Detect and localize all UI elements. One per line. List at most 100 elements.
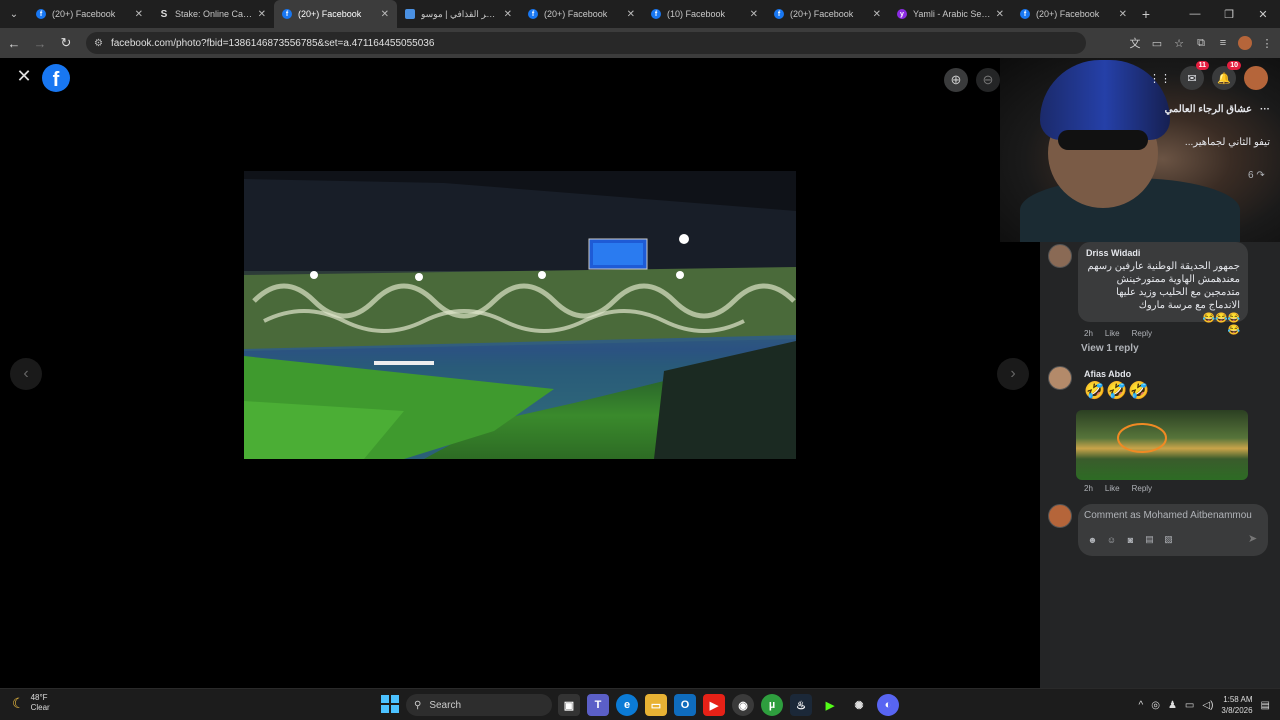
share-icon[interactable]: ↷: [1256, 170, 1264, 181]
taskbar-search[interactable]: ⚲ Search: [406, 694, 552, 716]
teams-icon[interactable]: T: [587, 694, 609, 716]
comment-image-scene: [1117, 423, 1167, 453]
close-icon[interactable]: ✕: [14, 66, 34, 86]
messenger-icon[interactable]: ✉ 11: [1180, 61, 1209, 90]
avatar[interactable]: [1048, 244, 1072, 268]
share-count: 6 ↷: [1248, 170, 1265, 181]
like-button[interactable]: Like: [1105, 484, 1120, 493]
clock[interactable]: 1:58 AM 3/8/2026: [1221, 694, 1252, 716]
facebook-icon: f: [282, 9, 292, 19]
comment-author[interactable]: Driss Widadi: [1086, 248, 1240, 258]
windows-start-icon[interactable]: [381, 695, 399, 713]
extensions-icon[interactable]: ⧉: [1194, 36, 1208, 50]
forward-icon[interactable]: →: [28, 31, 52, 55]
tray-app-icon[interactable]: ◎: [1151, 700, 1160, 711]
close-window-icon[interactable]: ✕: [1246, 0, 1280, 28]
discord-icon[interactable]: ◐: [877, 694, 899, 716]
tab-facebook-active[interactable]: f (20+) Facebook ✕: [274, 0, 397, 28]
tab-stake[interactable]: S Stake: Online Casino ✕: [151, 0, 274, 28]
temperature: 48°F: [30, 693, 48, 702]
close-tab-icon[interactable]: ✕: [873, 9, 881, 20]
close-tab-icon[interactable]: ✕: [750, 9, 758, 20]
close-tab-icon[interactable]: ✕: [627, 9, 635, 20]
view-replies-link[interactable]: View 1 reply: [1081, 343, 1139, 354]
tab-facebook-6[interactable]: f (20+) Facebook ✕: [1012, 0, 1135, 28]
tab-facebook-5[interactable]: f (20+) Facebook ✕: [766, 0, 889, 28]
facebook-logo[interactable]: f: [42, 64, 70, 92]
tray-overflow-icon[interactable]: ^: [1139, 700, 1144, 711]
tab-search-button[interactable]: ⌄: [0, 0, 28, 28]
chatgpt-icon[interactable]: ✺: [848, 694, 870, 716]
next-photo-button[interactable]: ›: [997, 358, 1029, 390]
cast-icon[interactable]: ▭: [1150, 36, 1164, 50]
more-options-icon[interactable]: ···: [1260, 104, 1270, 115]
facebook-icon: f: [528, 9, 538, 19]
kick-icon[interactable]: ▶: [819, 694, 841, 716]
volume-icon[interactable]: ◁): [1202, 700, 1213, 711]
tab-facebook-3[interactable]: f (20+) Facebook ✕: [520, 0, 643, 28]
reply-button[interactable]: Reply: [1132, 484, 1152, 493]
tab-groups-icon[interactable]: ≡: [1216, 36, 1230, 50]
facebook-icon: f: [651, 9, 661, 19]
back-icon[interactable]: ←: [2, 31, 26, 55]
network-icon[interactable]: ▭: [1185, 700, 1194, 711]
apps-grid-icon[interactable]: ⋮⋮: [1148, 66, 1172, 90]
previous-photo-button[interactable]: ‹: [10, 358, 42, 390]
clock-time: 1:58 AM: [1223, 695, 1253, 704]
reload-icon[interactable]: ↻: [54, 31, 78, 55]
sticker-icon[interactable]: ▧: [1162, 533, 1175, 546]
comment-author[interactable]: Afias Abdo: [1084, 369, 1131, 379]
comment-image[interactable]: [1076, 410, 1248, 480]
task-view-icon[interactable]: ▣: [558, 694, 580, 716]
notification-center-icon[interactable]: ▤: [1261, 700, 1270, 711]
close-tab-icon[interactable]: ✕: [258, 9, 266, 20]
zoom-in-icon[interactable]: ⊕: [944, 68, 968, 92]
avatar[interactable]: [1048, 366, 1072, 390]
notifications-icon[interactable]: 🔔 10: [1212, 61, 1241, 90]
close-tab-icon[interactable]: ✕: [1119, 9, 1127, 20]
chrome-icon[interactable]: ◉: [732, 694, 754, 716]
facebook-icon: f: [1020, 9, 1030, 19]
utorrent-icon[interactable]: µ: [761, 694, 783, 716]
outlook-icon[interactable]: O: [674, 694, 696, 716]
emoji-icon[interactable]: ☺: [1105, 533, 1118, 546]
tab-yamli[interactable]: y Yamli - Arabic Search ✕: [889, 0, 1012, 28]
youtube-icon[interactable]: ▶: [703, 694, 725, 716]
facebook-icon: f: [774, 9, 784, 19]
tab-gaddafi[interactable]: معمر القذافي | موسو... ✕: [397, 0, 520, 28]
close-tab-icon[interactable]: ✕: [381, 9, 389, 20]
gif-icon[interactable]: ▤: [1143, 533, 1156, 546]
close-tab-icon[interactable]: ✕: [504, 9, 512, 20]
weather-widget[interactable]: ☾ 48°F Clear: [12, 693, 50, 713]
tab-facebook-1[interactable]: f (20+) Facebook ✕: [28, 0, 151, 28]
tab-title: معمر القذافي | موسو...: [421, 8, 500, 19]
close-tab-icon[interactable]: ✕: [135, 9, 143, 20]
restore-icon[interactable]: ❐: [1212, 0, 1246, 28]
reply-button[interactable]: Reply: [1132, 329, 1152, 338]
bookmark-star-icon[interactable]: ☆: [1172, 36, 1186, 50]
page-name[interactable]: عشاق الرجاء العالمي: [1050, 104, 1252, 115]
camera-icon[interactable]: ◙: [1124, 533, 1137, 546]
send-icon[interactable]: ➤: [1248, 532, 1257, 545]
steam-icon[interactable]: ♨: [790, 694, 812, 716]
edge-icon[interactable]: e: [616, 694, 638, 716]
close-tab-icon[interactable]: ✕: [996, 9, 1004, 20]
new-tab-button[interactable]: +: [1135, 6, 1157, 22]
comment-actions: 2h Like Reply: [1084, 484, 1152, 493]
site-info-icon[interactable]: ⚙: [94, 38, 103, 49]
tab-title: Yamli - Arabic Search: [913, 9, 992, 19]
url-field[interactable]: ⚙ facebook.com/photo?fbid=13861468735567…: [86, 32, 1086, 54]
tab-facebook-4[interactable]: f (10) Facebook ✕: [643, 0, 766, 28]
like-button[interactable]: Like: [1105, 329, 1120, 338]
avatar[interactable]: [1048, 504, 1072, 528]
minimize-icon[interactable]: —: [1178, 0, 1212, 28]
avatar-sticker-icon[interactable]: ☻: [1086, 533, 1099, 546]
comment-input[interactable]: Comment as Mohamed Aitbenammou ☻ ☺ ◙ ▤ ▧…: [1078, 504, 1268, 556]
profile-avatar[interactable]: [1238, 36, 1252, 50]
translate-icon[interactable]: 文: [1128, 36, 1142, 50]
file-explorer-icon[interactable]: ▭: [645, 694, 667, 716]
menu-icon[interactable]: ⋮: [1260, 36, 1274, 50]
tray-app-2-icon[interactable]: ♟: [1168, 700, 1177, 711]
account-avatar[interactable]: [1244, 66, 1268, 90]
zoom-out-icon[interactable]: ⊖: [976, 68, 1000, 92]
